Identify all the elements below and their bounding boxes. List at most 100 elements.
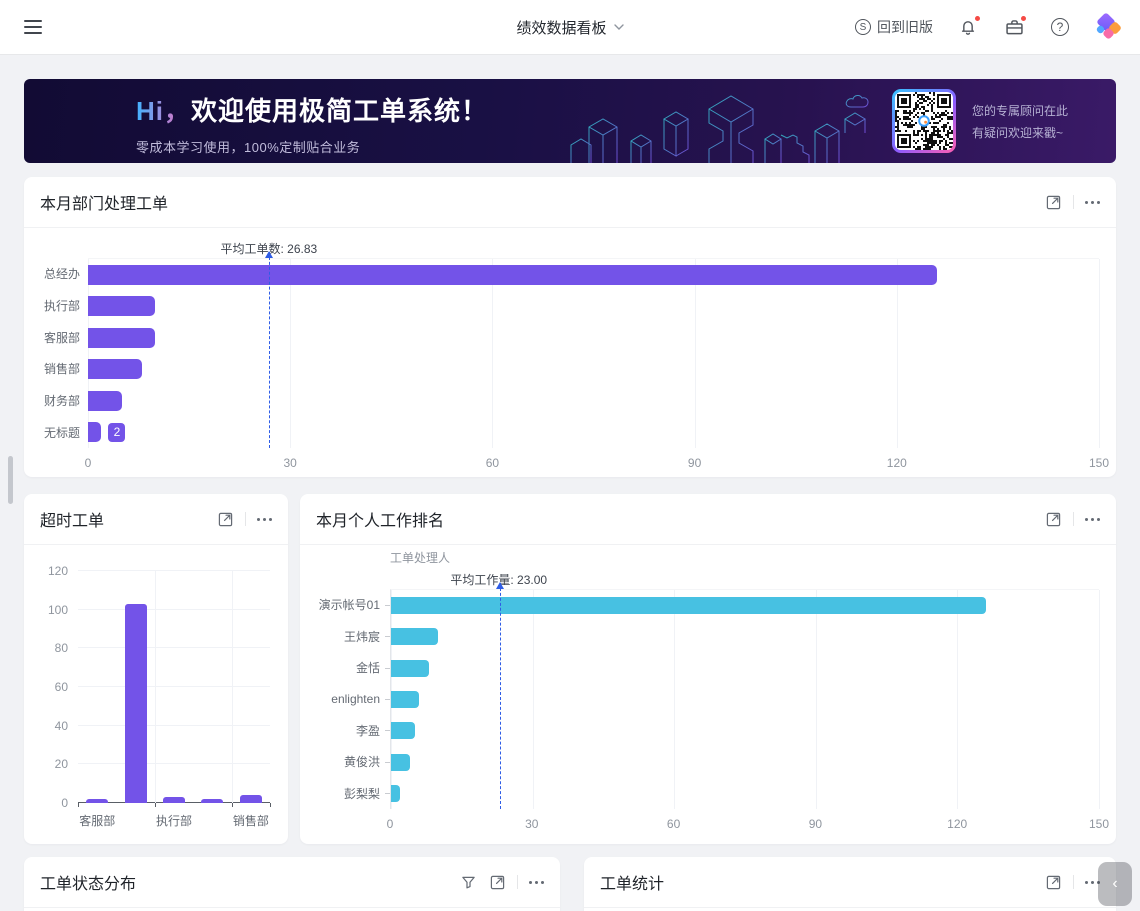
bar[interactable] [391, 754, 410, 771]
bar-row [88, 354, 1099, 386]
expand-icon[interactable] [488, 873, 506, 891]
axis-tick-label: 90 [809, 817, 822, 831]
bar-row [88, 259, 1099, 291]
card-order-stats: 工单统计 [584, 857, 1116, 911]
more-actions-icon[interactable] [1085, 197, 1100, 208]
category-label: 总经办 [44, 265, 80, 282]
category-label: 客服部 [78, 812, 116, 833]
category-axis: 客服部 执行部 销售部 [78, 803, 270, 833]
chart-plot [78, 571, 270, 803]
bar[interactable] [391, 628, 438, 645]
category-label: 执行部 [44, 297, 80, 314]
axis-tick-label: 0 [85, 456, 92, 470]
card-status-distribution: 工单状态分布 [24, 857, 560, 911]
bar-row [391, 653, 1099, 684]
bar[interactable] [201, 799, 223, 803]
value-axis: 0306090120150 [88, 448, 1099, 470]
bar-slot [155, 571, 193, 803]
bar-row [391, 590, 1099, 621]
card-overtime-orders: 超时工单 020406080100120客服部执行部销售部 [24, 494, 288, 844]
more-actions-icon[interactable] [257, 514, 272, 525]
bar-row: 2 [88, 417, 1099, 449]
category-label: 销售部 [232, 812, 270, 833]
bar-slot [193, 571, 231, 803]
bar[interactable] [391, 722, 415, 739]
card-title: 工单状态分布 [40, 870, 136, 894]
bar-row [391, 621, 1099, 652]
bar[interactable] [88, 328, 155, 348]
bar[interactable] [391, 660, 429, 677]
axis-tick-label: 120 [947, 817, 967, 831]
bar[interactable] [163, 797, 185, 803]
bar-row [391, 715, 1099, 746]
expand-icon[interactable] [1044, 510, 1062, 528]
workbench-icon[interactable] [1003, 16, 1025, 38]
axis-tick-label: 100 [48, 603, 68, 617]
bar[interactable] [125, 604, 147, 803]
notification-bell-icon[interactable] [957, 16, 979, 38]
bar[interactable] [240, 795, 262, 803]
bar[interactable] [391, 597, 986, 614]
bar[interactable] [88, 296, 155, 316]
bar[interactable] [88, 391, 122, 411]
chart-annotation-area: 平均工单数: 26.83 [40, 232, 1099, 258]
mean-dashed-line [269, 252, 270, 448]
axis-tick [78, 803, 79, 807]
expand-icon[interactable] [1044, 193, 1062, 211]
bar-slot [78, 571, 116, 803]
banner-title: Hi，欢迎使用极简工单系统！ [136, 91, 488, 128]
expand-icon[interactable] [1044, 873, 1062, 891]
card-title: 超时工单 [40, 507, 104, 531]
bar[interactable] [88, 422, 101, 442]
personal-ranking-chart: 工单处理人平均工作量: 23.00演示帐号01王炜宸金恬enlighten李盈黄… [300, 545, 1116, 843]
axis-tick-label: 120 [887, 456, 907, 470]
category-label: 黄俊洪 [344, 753, 380, 770]
gridline [1099, 259, 1100, 448]
category-label: 彭梨梨 [344, 785, 380, 802]
axis-tick-label: 0 [387, 817, 394, 831]
bar-slot [232, 571, 270, 803]
bar[interactable] [88, 265, 937, 285]
chart-plot [390, 589, 1099, 809]
bar[interactable] [86, 799, 108, 803]
divider [245, 512, 246, 526]
more-actions-icon[interactable] [529, 877, 544, 888]
axis-tick-label: 120 [48, 564, 68, 578]
axis-tick-label: 90 [688, 456, 701, 470]
card-personal-ranking: 本月个人工作排名 工单处理人平均工作量: 23.00演示帐号01王炜宸金恬enl… [300, 494, 1116, 844]
filter-icon[interactable] [459, 873, 477, 891]
divider [1073, 875, 1074, 889]
category-label: 王炜宸 [344, 628, 380, 645]
sidebar-collapse-handle[interactable]: ‹ [1098, 862, 1132, 906]
banner-illustration [569, 79, 899, 163]
app-logo-icon[interactable] [1095, 14, 1122, 41]
category-label: 财务部 [44, 392, 80, 409]
mean-line-arrow [265, 251, 273, 258]
workbench-badge [1020, 15, 1027, 22]
bar[interactable] [88, 359, 142, 379]
scrollbar-thumb[interactable] [8, 456, 13, 504]
divider [1073, 195, 1074, 209]
chart-annotation-area: 工单处理人平均工作量: 23.00 [316, 547, 1099, 589]
menu-icon[interactable] [24, 20, 42, 34]
chart-plot: 2 [88, 258, 1099, 448]
more-actions-icon[interactable] [1085, 514, 1100, 525]
dashboard-title-dropdown[interactable]: 绩效数据看板 [516, 17, 623, 38]
category-label [193, 812, 231, 833]
axis-tick-label: 150 [1089, 456, 1109, 470]
category-label: 执行部 [155, 812, 193, 833]
qr-code [892, 89, 956, 153]
bar[interactable] [391, 785, 400, 802]
back-to-old-version-label: 回到旧版 [877, 17, 933, 37]
category-label [116, 812, 154, 833]
category-label: enlighten [331, 692, 380, 706]
expand-icon[interactable] [216, 510, 234, 528]
category-label: 客服部 [44, 329, 80, 346]
bar[interactable] [391, 691, 419, 708]
banner-subtitle: 零成本学习使用，100%定制贴合业务 [136, 137, 488, 156]
card-title: 工单统计 [600, 870, 664, 894]
back-to-old-version-button[interactable]: S 回到旧版 [855, 17, 933, 37]
help-icon[interactable]: ? [1049, 16, 1071, 38]
bar-row [391, 684, 1099, 715]
page-title: 绩效数据看板 [516, 17, 606, 38]
